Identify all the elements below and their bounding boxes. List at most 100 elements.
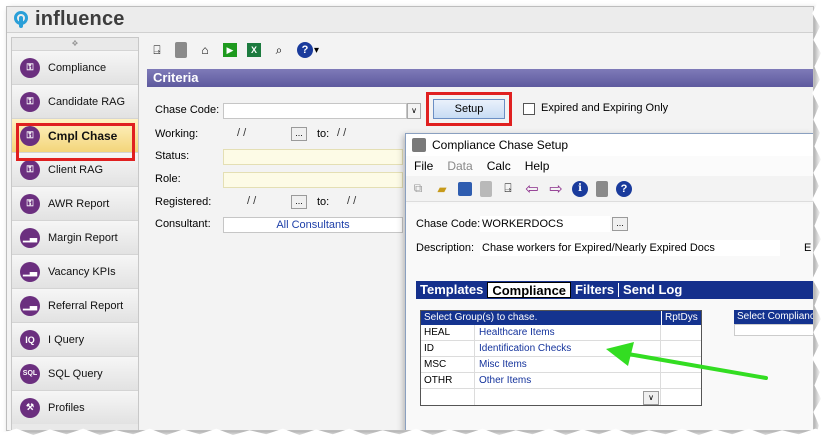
group-name[interactable]: Misc Items [475, 357, 661, 373]
excel-icon[interactable]: X [247, 43, 261, 57]
sidebar: ❖ ⚿ Compliance ⚿ Candidate RAG ⚿ Cmpl Chase… [11, 37, 139, 430]
dialog-body: Chase Code: WORKERDOCS ... Description: … [406, 204, 813, 430]
working-label: Working: [155, 128, 199, 140]
menu-data[interactable]: Data [447, 159, 472, 173]
group-code[interactable]: MSC [421, 357, 475, 373]
calculator-icon[interactable] [596, 180, 608, 197]
previous-arrow-icon[interactable]: ⇦ [524, 181, 540, 198]
group-rptdys[interactable] [661, 325, 701, 341]
dialog-toolbar: ⧉ ▰ ⍈ ⇦ ⇨ i ? [406, 176, 813, 202]
delete-icon[interactable] [480, 180, 492, 197]
sidebar-item-vacancy-kpis[interactable]: ▁▃ Vacancy KPIs [12, 254, 138, 288]
bar-chart-icon: ▁▃ [20, 227, 40, 248]
sql-icon: SQL [20, 363, 40, 384]
next-arrow-icon[interactable]: ⇨ [548, 181, 564, 198]
group-code[interactable]: HEAL [421, 325, 475, 341]
app-header: influence [7, 7, 813, 33]
exit-icon[interactable]: ⍈ [149, 42, 165, 58]
sidebar-item-label: I Query [48, 333, 85, 346]
run-icon[interactable]: ▶ [223, 43, 237, 57]
consultant-combo[interactable]: All Consultants [223, 217, 403, 233]
save-icon[interactable] [458, 181, 472, 196]
group-rptdys[interactable] [661, 373, 701, 389]
criteria-header: Criteria [147, 69, 813, 87]
search-icon[interactable]: ⌕ [271, 42, 287, 58]
sidebar-item-margin-report[interactable]: ▁▃ Margin Report [12, 220, 138, 254]
group-name[interactable]: Other Items [475, 373, 661, 389]
registered-to-date[interactable]: / / [347, 195, 356, 207]
compliance-grid-row[interactable] [734, 324, 813, 336]
sidebar-item-candidate-rag[interactable]: ⚿ Candidate RAG [12, 84, 138, 118]
expired-label: Expired and Expiring Only [541, 102, 669, 114]
home-icon[interactable]: ⌂ [197, 42, 213, 58]
help-dropdown-icon[interactable]: ▾ [314, 45, 319, 56]
copy-icon[interactable]: ⧉ [410, 181, 426, 197]
group-rptdys[interactable] [661, 341, 701, 357]
sidebar-item-label: AWR Report [48, 197, 110, 210]
tab-filters[interactable]: Filters [571, 282, 618, 298]
menu-help[interactable]: Help [525, 159, 550, 173]
sidebar-item-i-query[interactable]: IQ I Query [12, 322, 138, 356]
expired-checkbox[interactable] [523, 103, 535, 115]
sidebar-item-client-rag[interactable]: ⚿ Client RAG [12, 152, 138, 186]
sidebar-item-label: Client RAG [48, 163, 104, 176]
application-window: influence ❖ ⚿ Compliance ⚿ Candidate RAG ⚿… [6, 6, 814, 431]
chase-code-dropdown-icon[interactable]: ∨ [407, 103, 421, 119]
group-code[interactable]: ID [421, 341, 475, 357]
status-field[interactable] [223, 149, 403, 165]
menu-file[interactable]: File [414, 159, 433, 173]
sidebar-item-label: Vacancy KPIs [48, 265, 116, 278]
sidebar-grip[interactable]: ❖ [12, 38, 138, 50]
dialog-tabstrip: Templates Compliance Filters Send Log [416, 281, 813, 299]
registered-from-picker-button[interactable]: ... [291, 195, 307, 209]
lock-icon: ⚿ [20, 193, 40, 214]
sidebar-item-label: Margin Report [48, 231, 118, 244]
group-name[interactable]: Healthcare Items [475, 325, 661, 341]
sidebar-item-label: Compliance [48, 61, 107, 74]
registered-from-date[interactable]: / / [247, 195, 256, 207]
sidebar-item-cmpl-chase[interactable]: ⚿ Cmpl Chase [12, 118, 138, 152]
tab-compliance[interactable]: Compliance [487, 282, 572, 298]
working-from-picker-button[interactable]: ... [291, 127, 307, 141]
menu-calc[interactable]: Calc [487, 159, 511, 173]
truncated-label: E [804, 242, 812, 254]
group-dropdown-icon[interactable]: ∨ [643, 391, 659, 405]
help-icon[interactable]: ? [616, 180, 632, 197]
tab-send-log[interactable]: Send Log [619, 282, 686, 298]
sidebar-item-compliance[interactable]: ⚿ Compliance [12, 50, 138, 84]
lock-icon: ⚿ [20, 57, 40, 78]
working-from-date[interactable]: / / [237, 127, 246, 139]
setup-button[interactable]: Setup [433, 99, 505, 119]
calculator-icon[interactable] [175, 42, 187, 58]
status-label: Status: [155, 150, 190, 162]
group-rptdys[interactable] [661, 357, 701, 373]
group-code[interactable]: OTHR [421, 373, 475, 389]
chase-code-lookup-button[interactable]: ... [612, 217, 628, 231]
help-icon[interactable]: ? [297, 42, 313, 58]
group-name[interactable]: Identification Checks [475, 341, 661, 357]
sidebar-item-awr-report[interactable]: ⚿ AWR Report [12, 186, 138, 220]
group-code-new-row[interactable] [421, 389, 475, 405]
wrench-icon: ⚒ [20, 397, 40, 418]
sidebar-item-sql-query[interactable]: SQL SQL Query [12, 356, 138, 390]
registered-label: Registered: [155, 196, 212, 208]
dialog-description-value[interactable]: Chase workers for Expired/Nearly Expired… [480, 240, 780, 256]
dialog-chase-code-value[interactable]: WORKERDOCS [480, 216, 610, 232]
main-toolbar: ⍈ ⌂ ▶ X ⌕ ? ▾ [143, 37, 813, 63]
dialog-title: Compliance Chase Setup [432, 138, 569, 152]
sidebar-item-profiles[interactable]: ⚒ Profiles [12, 390, 138, 424]
group-name-new-row[interactable] [475, 389, 661, 405]
chase-code-label: Chase Code: [155, 104, 220, 116]
info-icon[interactable]: i [572, 180, 588, 197]
groups-header: Select Group(s) to chase. [421, 311, 661, 325]
sidebar-item-referral-report[interactable]: ▁▃ Referral Report [12, 288, 138, 322]
tab-templates[interactable]: Templates [416, 282, 487, 298]
working-to-date[interactable]: / / [337, 127, 346, 139]
chase-code-combo[interactable] [223, 103, 407, 119]
role-field[interactable] [223, 172, 403, 188]
influence-logo-icon [13, 10, 29, 30]
groups-grid: Select Group(s) to chase. RptDys HEAL He… [420, 310, 702, 406]
open-folder-icon[interactable]: ▰ [434, 181, 450, 197]
app-logo-text: influence [35, 8, 125, 30]
exit-icon[interactable]: ⍈ [500, 181, 516, 197]
